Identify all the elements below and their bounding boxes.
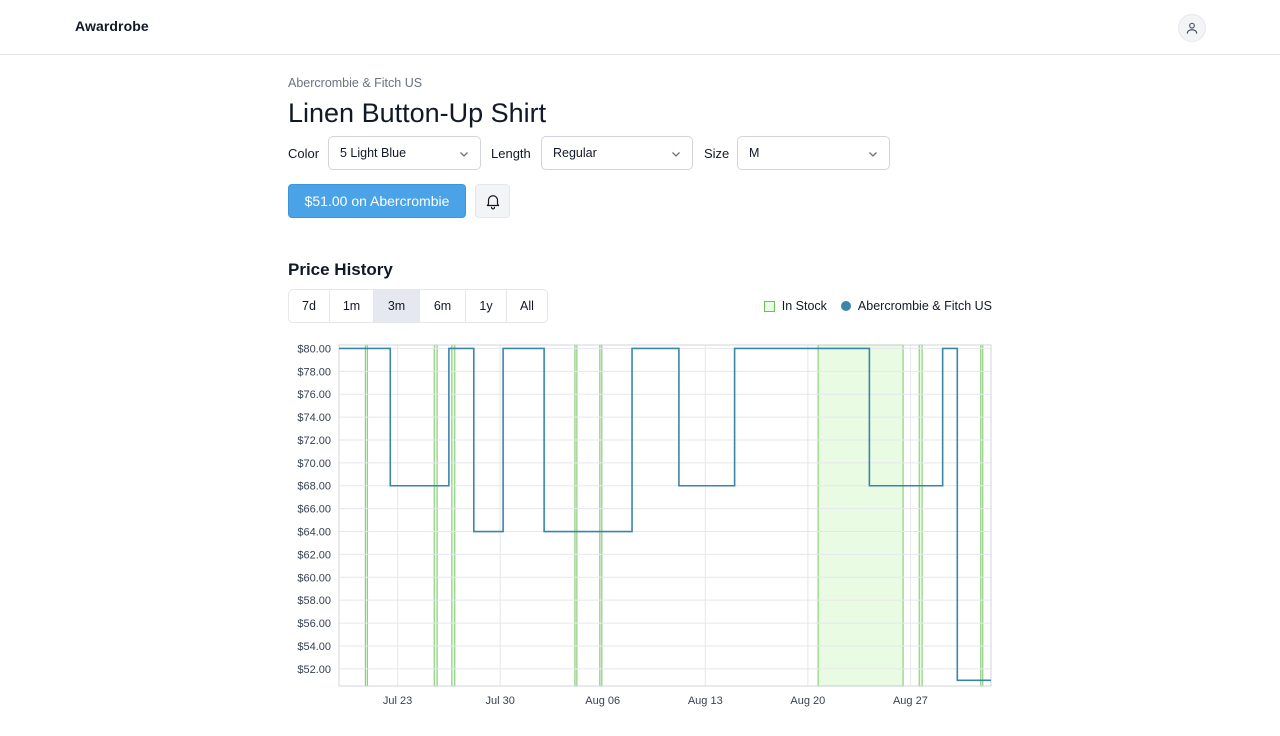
brand-logo[interactable]: Awardrobe xyxy=(75,18,149,34)
x-tick-label: Aug 06 xyxy=(585,695,620,707)
y-tick-label: $72.00 xyxy=(297,435,331,447)
length-label: Length xyxy=(491,146,531,161)
x-tick-label: Aug 20 xyxy=(790,695,825,707)
y-tick-label: $60.00 xyxy=(297,572,331,584)
y-tick-label: $64.00 xyxy=(297,527,331,539)
range-selector: 7d 1m 3m 6m 1y All xyxy=(288,289,548,323)
x-tick-label: Jul 23 xyxy=(383,695,412,707)
retailer-name[interactable]: Abercrombie & Fitch US xyxy=(288,76,422,90)
legend-retailer-label[interactable]: Abercrombie & Fitch US xyxy=(858,299,992,313)
price-history-chart: $80.00 $78.00 $76.00 $74.00 $72.00 $70.00 $68.… xyxy=(297,343,992,707)
in-stock-band xyxy=(364,344,368,687)
in-stock-band xyxy=(918,344,923,687)
buy-button[interactable]: $51.00 on Abercrombie xyxy=(288,184,466,218)
in-stock-band xyxy=(817,344,904,687)
y-tick-label: $80.00 xyxy=(297,343,331,355)
top-bar: Awardrobe xyxy=(0,0,1280,55)
legend-in-stock-label[interactable]: In Stock xyxy=(782,299,827,313)
length-select[interactable]: Regular xyxy=(541,136,693,170)
x-tick-label: Aug 13 xyxy=(688,695,723,707)
in-stock-band xyxy=(599,344,603,687)
y-tick-label: $76.00 xyxy=(297,389,331,401)
y-tick-label: $54.00 xyxy=(297,641,331,653)
y-tick-label: $74.00 xyxy=(297,412,331,424)
y-tick-label: $66.00 xyxy=(297,504,331,516)
y-tick-label: $52.00 xyxy=(297,664,331,676)
x-tick-label: Jul 30 xyxy=(485,695,514,707)
size-label: Size xyxy=(704,146,730,161)
chevron-down-icon xyxy=(672,152,680,157)
price-history-title: Price History xyxy=(288,260,393,279)
y-tick-label: $78.00 xyxy=(297,366,331,378)
range-6m-button[interactable]: 6m xyxy=(420,290,466,322)
in-stock-swatch xyxy=(763,300,775,312)
in-stock-band xyxy=(451,344,456,687)
range-1y-button[interactable]: 1y xyxy=(466,290,507,322)
y-tick-label: $68.00 xyxy=(297,481,331,493)
in-stock-band xyxy=(433,344,438,687)
y-tick-label: $58.00 xyxy=(297,595,331,607)
product-title: Linen Button-Up Shirt xyxy=(288,98,547,128)
range-3m-button[interactable]: 3m xyxy=(374,290,420,322)
color-select-value: 5 Light Blue xyxy=(340,146,407,160)
color-label: Color xyxy=(288,146,320,161)
chevron-down-icon xyxy=(869,152,877,157)
size-select-value: M xyxy=(749,146,760,160)
retailer-swatch xyxy=(840,301,851,311)
y-tick-label: $62.00 xyxy=(297,549,331,561)
size-select[interactable]: M xyxy=(737,136,890,170)
length-select-value: Regular xyxy=(553,146,597,160)
user-account-button[interactable] xyxy=(1178,14,1206,42)
range-1m-button[interactable]: 1m xyxy=(330,290,374,322)
y-tick-label: $56.00 xyxy=(297,618,331,630)
range-all-button[interactable]: All xyxy=(507,290,547,322)
chart-legend: In Stock Abercrombie & Fitch US xyxy=(763,299,992,313)
price-alert-button[interactable] xyxy=(475,184,510,218)
color-select[interactable]: 5 Light Blue xyxy=(328,136,481,170)
user-icon xyxy=(1186,22,1198,34)
range-7d-button[interactable]: 7d xyxy=(289,290,330,322)
bell-icon xyxy=(486,195,499,210)
y-tick-label: $70.00 xyxy=(297,458,331,470)
chevron-down-icon xyxy=(460,152,468,157)
x-tick-label: Aug 27 xyxy=(893,695,928,707)
in-stock-band xyxy=(980,344,984,687)
in-stock-band xyxy=(574,344,578,687)
